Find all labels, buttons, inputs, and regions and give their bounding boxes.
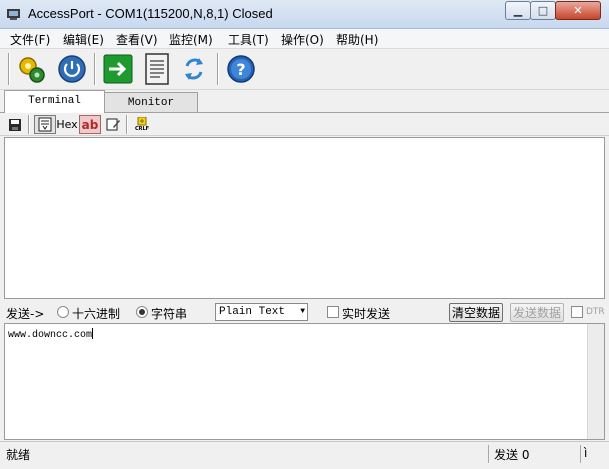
svg-text:?: ? [236, 60, 245, 79]
format-select[interactable]: Plain Text ▼ [215, 303, 308, 321]
terminal-toolbar: Hex ab CRLF [0, 113, 609, 136]
send-scrollbar[interactable] [587, 324, 604, 439]
hex-radio[interactable] [57, 306, 69, 318]
tab-monitor[interactable]: Monitor [104, 92, 198, 113]
dtr-checkbox[interactable] [571, 306, 583, 318]
realtime-checkbox[interactable] [327, 306, 339, 318]
menu-operate[interactable]: 操作(O) [281, 31, 324, 48]
status-separator [488, 445, 489, 463]
power-button[interactable] [56, 53, 88, 85]
crlf-label: CRLF [134, 126, 150, 132]
subtoolbar-separator [28, 115, 30, 134]
save-icon [9, 118, 21, 131]
power-icon [58, 55, 86, 83]
format-select-value: Plain Text [219, 306, 286, 318]
status-separator [580, 445, 581, 463]
string-radio[interactable] [136, 306, 148, 318]
toolbar-separator [217, 53, 219, 85]
title-bar: AccessPort - COM1(115200,N,8,1) Closed ▁… [0, 0, 609, 29]
window-title: AccessPort - COM1(115200,N,8,1) Closed [28, 6, 273, 21]
app-icon [7, 9, 20, 20]
refresh-icon [185, 58, 203, 80]
send-input-text[interactable]: www.downcc.com [8, 328, 94, 341]
go-arrow-icon [103, 54, 133, 84]
send-label: 发送-> [6, 307, 45, 321]
menu-bar: 文件(F) 编辑(E) 查看(V) 监控(M) 工具(T) 操作(O) 帮助(H… [0, 29, 609, 49]
crlf-icon [137, 117, 147, 126]
clear-data-button[interactable]: 清空数据 [449, 303, 503, 322]
refresh-button[interactable] [178, 53, 210, 85]
minimize-button[interactable]: ▁ [505, 1, 531, 20]
menu-help[interactable]: 帮助(H) [336, 31, 378, 48]
edit-icon [106, 118, 120, 131]
settings-gear-icon [19, 57, 45, 83]
status-text: 就绪 [6, 448, 31, 462]
menu-monitor[interactable]: 监控(M) [169, 31, 213, 48]
chevron-down-icon: ▼ [300, 307, 305, 316]
close-button[interactable]: ✕ [555, 1, 601, 20]
receive-area[interactable] [4, 137, 605, 299]
menu-edit[interactable]: 编辑(E) [63, 31, 104, 48]
toolbar-separator [94, 53, 96, 85]
menu-view[interactable]: 查看(V) [116, 31, 158, 48]
minimize-icon: ▁ [513, 4, 523, 17]
maximize-button[interactable]: □ [530, 1, 556, 20]
document-icon [145, 53, 169, 85]
main-toolbar: ? [0, 49, 609, 90]
help-icon: ? [227, 55, 255, 83]
tab-terminal[interactable]: Terminal [4, 90, 105, 113]
dtr-label: DTR [586, 307, 605, 317]
autoscroll-button[interactable] [34, 115, 56, 134]
toolbar-grip [8, 53, 10, 85]
send-input-value: www.downcc.com [8, 330, 93, 341]
crlf-button[interactable]: CRLF [132, 115, 152, 134]
settings-button[interactable] [16, 53, 48, 85]
subtoolbar-separator [126, 115, 128, 134]
menu-file[interactable]: 文件(F) [10, 31, 50, 48]
maximize-icon: □ [537, 4, 549, 17]
hex-radio-label[interactable]: 十六进制 [72, 305, 120, 322]
send-data-button[interactable]: 发送数据 [510, 303, 564, 322]
autoscroll-icon [38, 117, 52, 132]
send-options-bar: 发送-> 十六进制 字符串 Plain Text ▼ 实时发送 清空数据 发送数… [0, 300, 609, 323]
hex-display-button[interactable]: Hex [56, 115, 77, 134]
connect-button[interactable] [102, 53, 134, 85]
status-bar: 就绪 发送 0 ì [0, 441, 609, 469]
tab-strip: Terminal Monitor [0, 90, 609, 113]
string-radio-label[interactable]: 字符串 [151, 305, 187, 322]
sent-count: 发送 0 [494, 448, 530, 462]
save-button[interactable] [6, 115, 24, 134]
edit-button[interactable] [104, 115, 122, 134]
document-button[interactable] [141, 53, 173, 85]
send-input-area[interactable]: www.downcc.com [4, 323, 605, 440]
ascii-display-button[interactable]: ab [79, 115, 101, 134]
help-button[interactable]: ? [225, 53, 257, 85]
close-icon: ✕ [573, 4, 583, 17]
realtime-label[interactable]: 实时发送 [342, 305, 390, 322]
menu-tools[interactable]: 工具(T) [228, 31, 269, 48]
status-extra: ì [584, 446, 588, 460]
text-caret [92, 328, 94, 339]
